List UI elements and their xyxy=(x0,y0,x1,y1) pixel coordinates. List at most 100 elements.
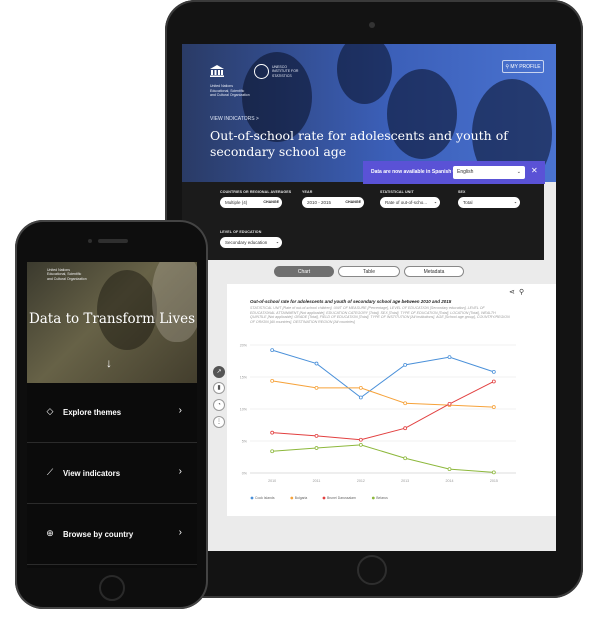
page-title: Out-of-school rate for adolescents and y… xyxy=(210,128,508,159)
legend-label: Brunei Darussalam xyxy=(327,496,356,500)
close-icon[interactable]: ✕ xyxy=(531,166,538,175)
menu-item-browse-by-country[interactable]: ⊕ Browse by country › xyxy=(27,505,197,565)
bar-chart-icon[interactable]: ▮ xyxy=(213,382,225,394)
x-tick-label: 2015 xyxy=(490,479,498,483)
unesco-logo-text: United Nations Educational, Scientific a… xyxy=(210,84,250,97)
pie-chart-icon[interactable]: ◔ xyxy=(213,399,225,411)
data-point xyxy=(491,405,496,409)
change-button[interactable]: CHANGE xyxy=(345,197,361,208)
y-tick-label: 0% xyxy=(242,472,248,476)
sex-select[interactable]: Total ⌄ xyxy=(458,197,520,208)
phone-home-button[interactable] xyxy=(99,575,125,601)
pin-icon[interactable]: ⚲ xyxy=(519,288,524,296)
series-line xyxy=(272,381,495,441)
phone-hero: United Nations Educational, Scientific a… xyxy=(27,262,197,383)
uis-circle-icon xyxy=(254,64,269,79)
year-select[interactable]: 2010 - 2015 CHANGE xyxy=(302,197,364,208)
phone-hero-title: Data to Transform Lives xyxy=(28,311,196,327)
temple-icon xyxy=(210,65,224,77)
x-tick-label: 2013 xyxy=(401,479,409,483)
phone-unesco-logo-text[interactable]: United Nations Educational, Scientific a… xyxy=(47,268,87,281)
language-banner-text: Data are now available in Spanish ⓘ xyxy=(371,168,458,175)
data-point xyxy=(314,361,319,366)
tab-table[interactable]: Table xyxy=(338,266,400,277)
data-point xyxy=(491,369,496,374)
data-point xyxy=(358,442,363,447)
data-point xyxy=(270,348,275,353)
data-point xyxy=(270,430,275,435)
chevron-right-icon: › xyxy=(178,466,182,477)
data-point xyxy=(447,355,452,360)
filter-value: Total xyxy=(463,200,473,205)
language-select[interactable]: English ⌄ xyxy=(453,166,525,179)
data-point xyxy=(314,385,319,390)
language-banner: Data are now available in Spanish ⓘ Engl… xyxy=(363,161,545,184)
statistical-unit-select[interactable]: Rate of out-of-scho... ⌄ xyxy=(380,197,440,208)
filter-label: COUNTRIES OR REGIONAL AVERAGES xyxy=(220,190,292,194)
series-line xyxy=(272,444,494,473)
legend-swatch xyxy=(322,496,326,500)
filter-label: STATISTICAL UNIT xyxy=(380,190,414,194)
tablet-home-button[interactable] xyxy=(357,555,387,585)
filter-level-of-education: LEVEL OF EDUCATION Secondary education ⌄ xyxy=(220,230,282,248)
menu-item-label: View indicators xyxy=(63,469,121,478)
tag-icon: ◇ xyxy=(46,406,54,416)
data-point xyxy=(270,378,275,383)
chevron-down-icon: ⌄ xyxy=(516,169,521,175)
y-tick-label: 20% xyxy=(240,344,248,348)
data-point xyxy=(447,401,452,406)
line-chart: 0% 5% 10% 15% 20% 2010 2011 2012 2013 2014 2015 Coo… xyxy=(240,344,516,500)
chart-title: Out-of-school rate for adolescents and y… xyxy=(250,299,452,304)
series-line xyxy=(272,380,494,408)
change-button[interactable]: CHANGE xyxy=(263,197,279,208)
filter-label: SEX xyxy=(458,190,466,194)
menu-item-label: Browse by country xyxy=(63,530,134,539)
globe-icon: ⊕ xyxy=(46,528,54,538)
chart-subtitle: STATISTICAL UNIT [Rate of out-of-school … xyxy=(250,306,510,324)
data-point xyxy=(314,433,319,438)
legend-label: Cook Islands xyxy=(255,496,275,500)
x-tick-label: 2010 xyxy=(268,479,276,483)
menu-item-explore-themes[interactable]: ◇ Explore themes › xyxy=(27,383,197,443)
more-options-icon[interactable]: ⋮ xyxy=(213,416,225,428)
filter-sex: SEX Total ⌄ xyxy=(458,190,520,208)
data-point xyxy=(270,449,275,454)
language-selected: English xyxy=(457,169,474,175)
chevron-right-icon: › xyxy=(178,405,182,416)
level-of-education-select[interactable]: Secondary education ⌄ xyxy=(220,237,282,248)
phone-screen: United Nations Educational, Scientific a… xyxy=(27,262,197,568)
filter-statistical-unit: STATISTICAL UNIT Rate of out-of-scho... … xyxy=(380,190,440,208)
phone-camera xyxy=(88,239,92,243)
share-icon[interactable]: ⋖ xyxy=(509,288,515,296)
chevron-right-icon: › xyxy=(178,527,182,538)
data-point xyxy=(358,395,363,400)
tab-chart[interactable]: Chart xyxy=(274,266,334,277)
countries-select[interactable]: Multiple (4) CHANGE xyxy=(220,197,282,208)
data-point xyxy=(358,437,363,442)
filter-value: 2010 - 2015 xyxy=(307,200,332,205)
y-tick-label: 15% xyxy=(240,376,248,380)
uis-logo[interactable]: UNESCO INSTITUTE FOR STATISTICS xyxy=(254,64,302,79)
legend-label: Belarus xyxy=(376,496,388,500)
phone-speaker xyxy=(98,239,128,243)
data-point xyxy=(491,470,496,475)
unesco-logo[interactable]: United Nations Educational, Scientific a… xyxy=(210,64,250,98)
menu-item-view-indicators[interactable]: ⟋ View indicators › xyxy=(27,444,197,504)
data-point xyxy=(403,362,408,367)
data-point xyxy=(447,467,452,472)
filter-countries: COUNTRIES OR REGIONAL AVERAGES Multiple … xyxy=(220,190,291,208)
line-chart-icon[interactable]: ↗ xyxy=(213,366,225,378)
filter-value: Rate of out-of-scho... xyxy=(385,200,428,205)
x-tick-label: 2014 xyxy=(446,479,454,483)
breadcrumb[interactable]: VIEW INDICATORS > xyxy=(210,116,259,122)
tab-metadata[interactable]: Metadata xyxy=(404,266,464,277)
filter-year: YEAR 2010 - 2015 CHANGE xyxy=(302,190,364,208)
filter-label: YEAR xyxy=(302,190,313,194)
chart-line-icon: ⟋ xyxy=(46,467,54,477)
x-tick-label: 2011 xyxy=(313,479,321,483)
data-point xyxy=(491,379,496,384)
legend-label: Bulgaria xyxy=(295,496,308,500)
arrow-down-icon[interactable]: ↓ xyxy=(106,356,112,370)
filter-label: LEVEL OF EDUCATION xyxy=(220,230,262,234)
my-profile-button[interactable]: ⚲ MY PROFILE xyxy=(502,60,544,73)
